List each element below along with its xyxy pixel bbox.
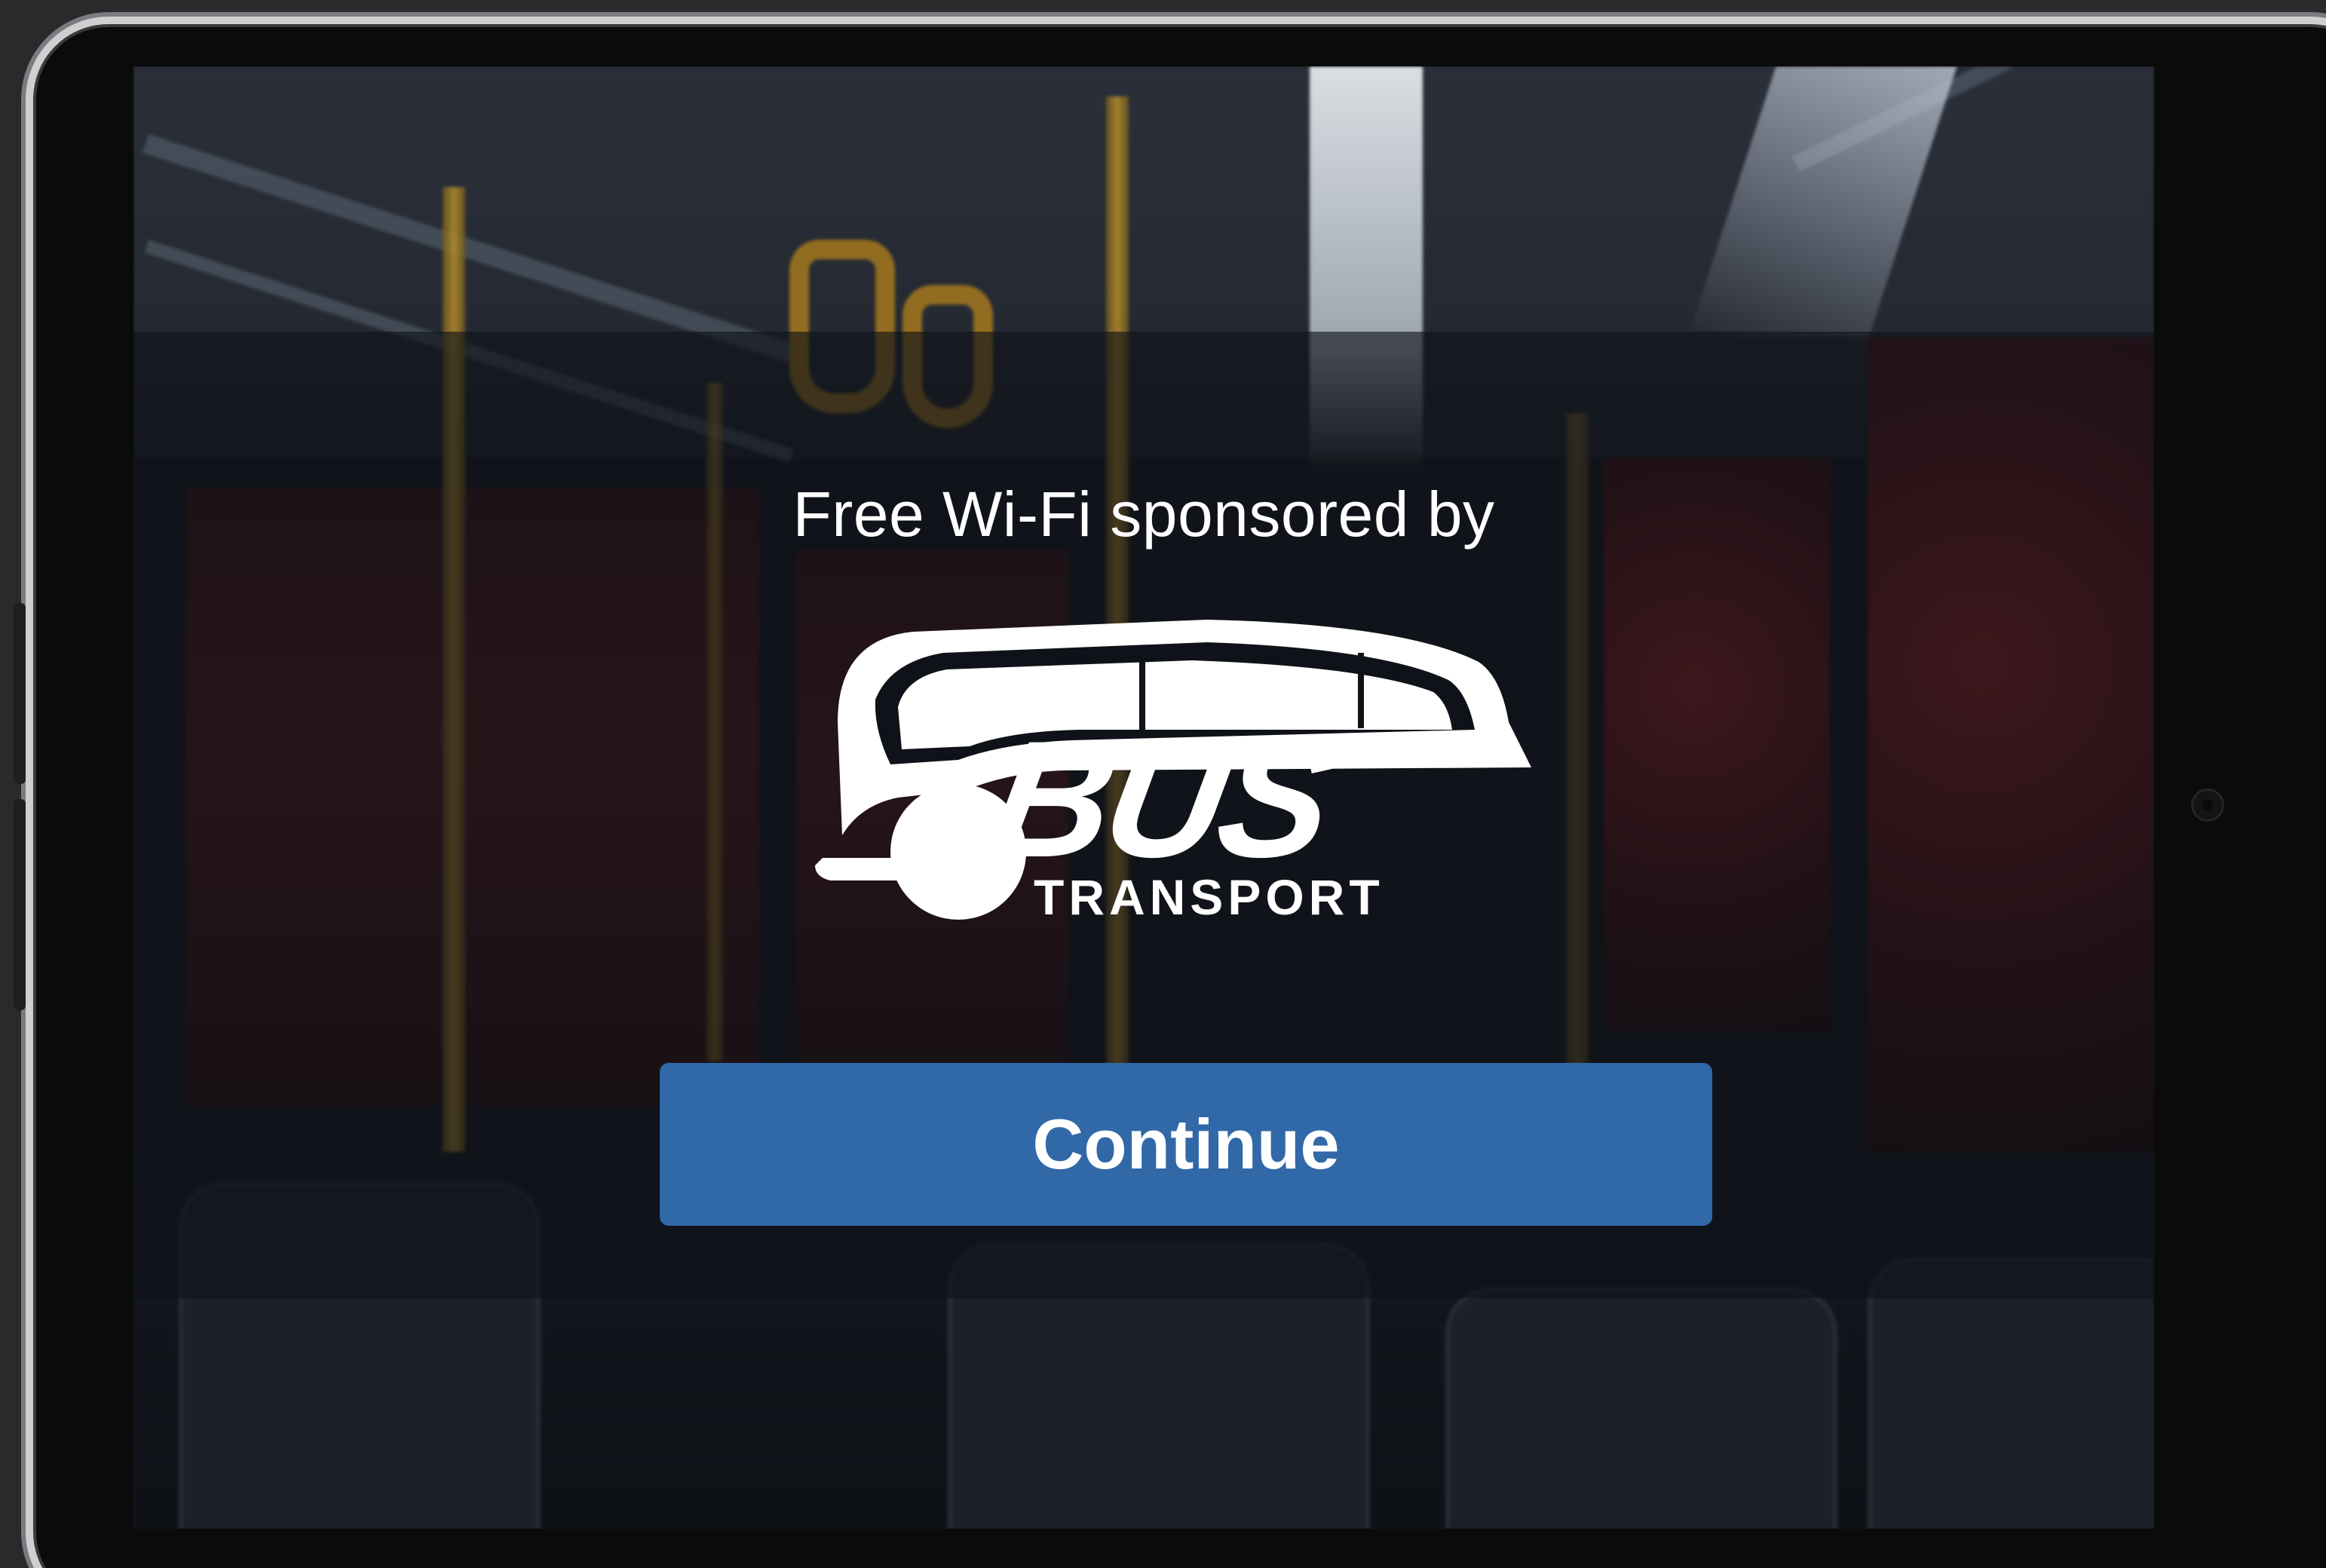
- logo-word: BUS: [978, 706, 1347, 892]
- volume-button: [14, 603, 26, 784]
- bus-transport-logo: BUS TRANSPORT: [815, 620, 1531, 925]
- logo-subword: TRANSPORT: [1034, 869, 1384, 925]
- continue-button[interactable]: Continue: [660, 1063, 1712, 1226]
- power-button: [14, 799, 26, 1010]
- front-camera-icon: [2191, 789, 2224, 822]
- captive-portal-screen: Free Wi-Fi sponsored by BUS TRANSPORT Co…: [133, 66, 2154, 1529]
- sponsor-text: Free Wi-Fi sponsored by: [792, 479, 1495, 550]
